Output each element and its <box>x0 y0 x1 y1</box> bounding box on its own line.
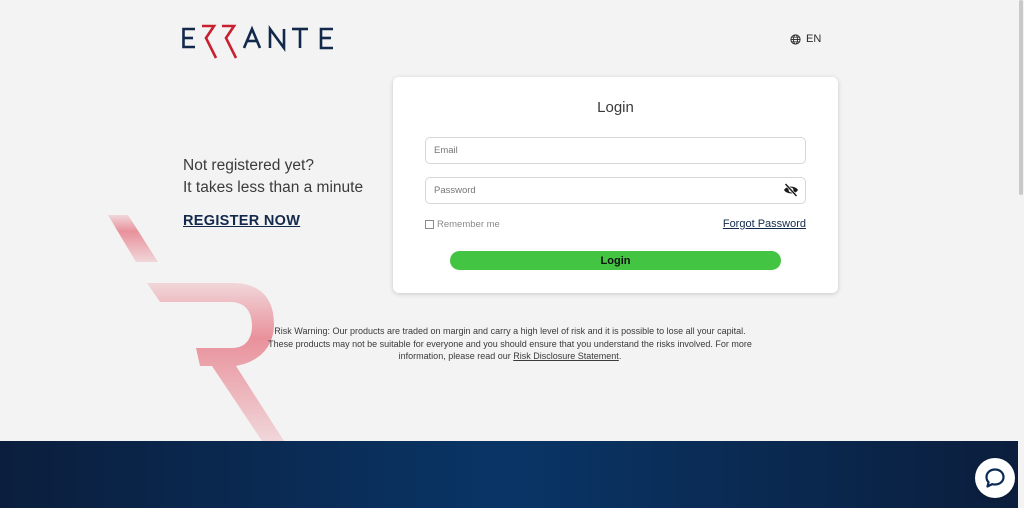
remember-me-checkbox[interactable] <box>425 220 434 229</box>
chat-button[interactable] <box>975 458 1015 498</box>
risk-warning-text: Risk Warning: Our products are traded on… <box>268 326 752 361</box>
login-title: Login <box>597 99 634 116</box>
risk-warning: Risk Warning: Our products are traded on… <box>262 325 758 363</box>
password-input[interactable] <box>425 177 806 204</box>
chat-bubble-icon <box>985 468 1005 488</box>
logo-graphic <box>182 24 333 59</box>
promo-line-1: Not registered yet? <box>183 157 314 174</box>
globe-icon <box>790 33 801 45</box>
forgot-password-link[interactable]: Forgot Password <box>723 218 806 230</box>
register-promo: Not registered yet? It takes less than a… <box>183 155 363 230</box>
login-button[interactable]: Login <box>450 251 781 270</box>
email-input[interactable] <box>425 137 806 164</box>
register-now-link[interactable]: REGISTER NOW <box>183 213 300 229</box>
remember-me-label: Remember me <box>437 219 500 230</box>
scrollbar[interactable] <box>1018 0 1024 508</box>
risk-warning-suffix: . <box>618 351 622 361</box>
login-card: Login Remember me Forgot Password Login <box>393 77 838 293</box>
language-selector[interactable]: EN <box>790 33 821 45</box>
language-label: EN <box>806 33 822 45</box>
errante-logo[interactable] <box>182 18 342 60</box>
remember-me[interactable]: Remember me <box>425 219 500 230</box>
eye-slash-icon[interactable] <box>783 183 799 197</box>
risk-disclosure-link[interactable]: Risk Disclosure Statement <box>513 351 619 361</box>
footer-band <box>0 441 1018 508</box>
scrollbar-thumb[interactable] <box>1019 0 1023 195</box>
promo-line-2: It takes less than a minute <box>183 179 364 196</box>
